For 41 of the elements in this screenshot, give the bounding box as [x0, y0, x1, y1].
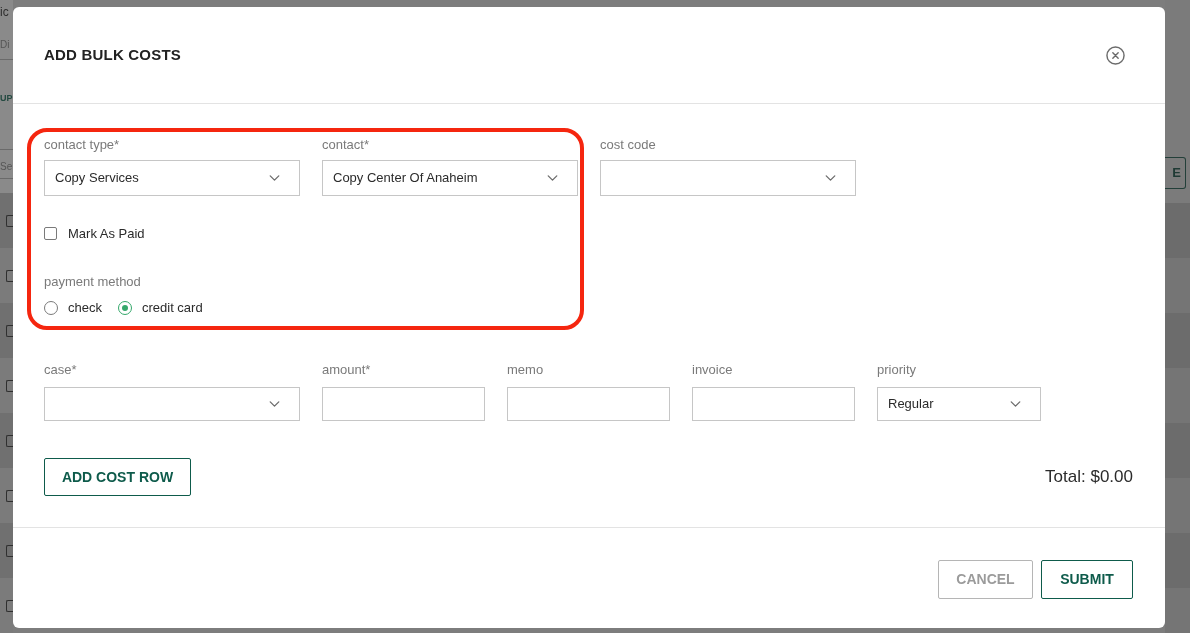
field-label: contact* [322, 137, 370, 153]
select-field[interactable]: Regular [877, 387, 1041, 421]
chevron-down-icon [269, 401, 280, 407]
select-field[interactable] [600, 160, 856, 196]
table-row [1165, 533, 1190, 588]
field-label: amount* [322, 362, 372, 378]
select-field[interactable]: Copy Center Of Anaheim [322, 160, 578, 196]
chevron-down-icon [547, 175, 558, 181]
text-input[interactable] [322, 387, 485, 421]
field-label: invoice [692, 362, 734, 378]
submit-button[interactable]: SUBMIT [1041, 560, 1133, 599]
page-text: ic [0, 5, 9, 19]
field-label: case* [44, 362, 78, 378]
checkbox[interactable] [44, 227, 57, 240]
field-label: contact type* [44, 137, 121, 153]
select-field[interactable] [44, 387, 300, 421]
table-row [1165, 368, 1190, 423]
select-field[interactable]: Copy Services [44, 160, 300, 196]
table-row [1165, 423, 1190, 478]
checkbox-label: Mark As Paid [68, 224, 145, 243]
field-label: memo [507, 362, 545, 378]
radio-button[interactable] [117, 301, 132, 315]
add-cost-row-button[interactable]: ADD COST ROW [44, 458, 191, 496]
radio-button[interactable] [44, 301, 58, 315]
table-row [1165, 313, 1190, 368]
text-input[interactable] [507, 387, 670, 421]
table-row [1165, 203, 1190, 258]
field-label: cost code [600, 137, 657, 153]
text-input[interactable] [692, 387, 855, 421]
total-amount: Total: $0.00 [1045, 466, 1133, 489]
field-label: payment method [44, 274, 141, 290]
field-label: priority [877, 362, 917, 378]
chevron-down-icon [269, 175, 280, 181]
radio-label: credit card [141, 299, 203, 318]
dialog-title: ADD BULK COSTS [44, 44, 181, 65]
chevron-down-icon [825, 175, 836, 181]
radio-label: check [68, 299, 102, 318]
table-row [1165, 478, 1190, 533]
table-row [1165, 258, 1190, 313]
close-icon[interactable] [1106, 45, 1125, 65]
chevron-down-icon [1010, 401, 1021, 407]
